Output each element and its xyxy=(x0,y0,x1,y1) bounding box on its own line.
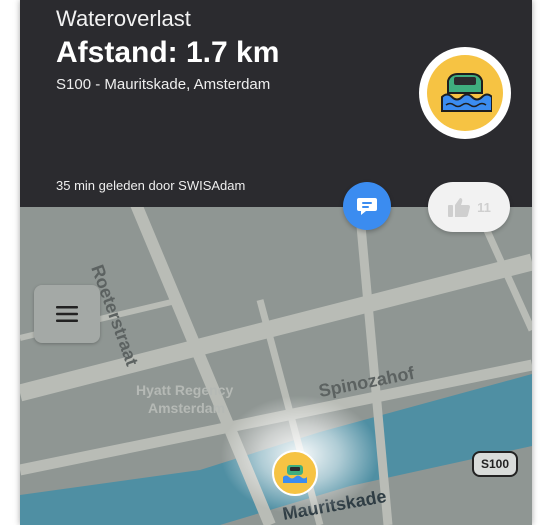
menu-button[interactable] xyxy=(34,285,100,343)
like-count: 11 xyxy=(477,199,491,215)
hamburger-menu-icon xyxy=(56,306,78,322)
chat-bubble-icon xyxy=(357,198,377,215)
alert-reported-by: 35 min geleden door SWISAdam xyxy=(56,178,246,193)
alert-distance: Afstand: 1.7 km xyxy=(56,36,280,69)
road-shield-s100: S100 xyxy=(472,451,518,477)
thumbs-up-icon xyxy=(448,198,471,217)
alert-type-badge-inner xyxy=(427,55,503,131)
alert-type: Wateroverlast xyxy=(56,6,191,31)
poi-label-hyatt-line2: Amsterdam xyxy=(148,400,226,416)
flooded-car-icon xyxy=(283,465,307,483)
flooded-car-icon xyxy=(441,73,492,112)
app-screen: Roeterstraat Spinozahof Hyatt Regency Am… xyxy=(20,0,532,525)
poi-label-hyatt-line1: Hyatt Regency xyxy=(136,382,234,398)
alert-location: S100 - Mauritskade, Amsterdam xyxy=(56,76,271,93)
alert-type-badge xyxy=(419,47,511,139)
like-button[interactable]: 11 xyxy=(428,182,510,232)
alert-map-pin[interactable] xyxy=(272,450,318,496)
alert-header: Wateroverlast Afstand: 1.7 km S100 - Mau… xyxy=(20,0,532,207)
comment-button[interactable] xyxy=(343,182,391,230)
